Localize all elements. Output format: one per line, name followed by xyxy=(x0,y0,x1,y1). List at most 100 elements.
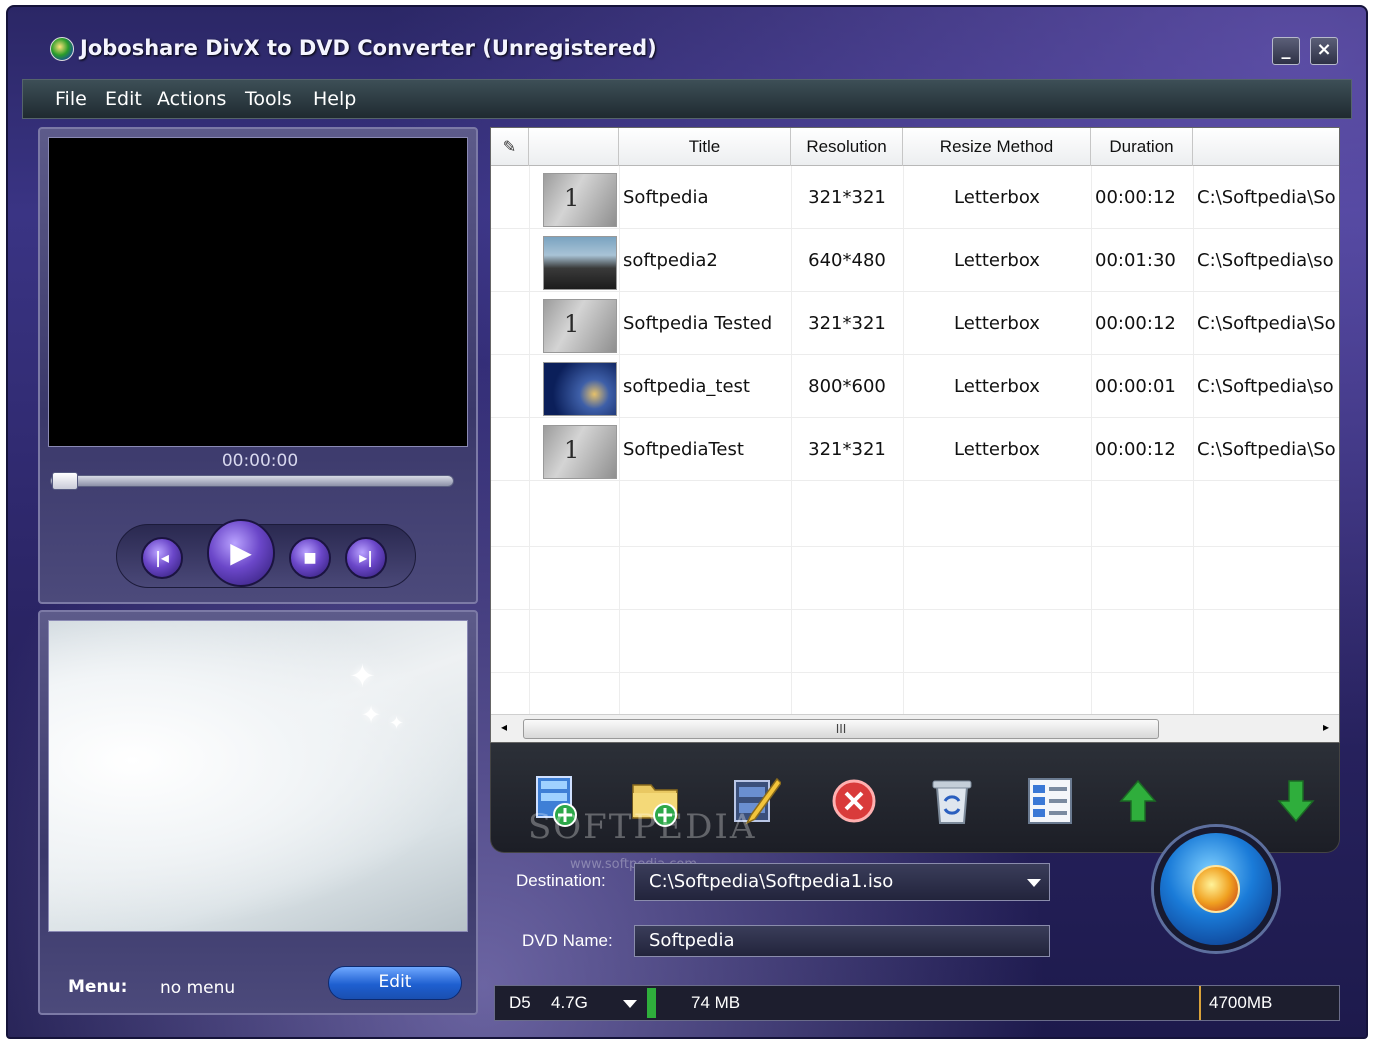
resize-method-column-header[interactable]: Resize Method xyxy=(903,128,1091,166)
watermark: SOFTPEDIA xyxy=(528,807,757,847)
title-cell: softpedia2 xyxy=(623,250,718,271)
resolution-cell: 321*321 xyxy=(808,313,886,334)
menu-actions[interactable]: Actions xyxy=(157,88,226,110)
app-window: Joboshare DivX to DVD Converter (Unregis… xyxy=(6,5,1368,1039)
disc-capacity: 4700MB xyxy=(1209,993,1273,1012)
path-cell: C:\Softpedia\So xyxy=(1197,187,1336,208)
thumbnail-label: 1 xyxy=(564,310,580,338)
table-row[interactable]: 1 Softpedia 321*321 Letterbox 00:00:12 C:\Sof… xyxy=(491,166,1339,229)
duration-cell: 00:00:12 xyxy=(1095,313,1176,334)
resolution-cell: 321*321 xyxy=(808,187,886,208)
burn-disc-icon xyxy=(1192,865,1240,913)
table-row[interactable]: 1 Softpedia Tested 321*321 Letterbox 00:00:1… xyxy=(491,292,1339,355)
disc-type: D5 xyxy=(509,993,531,1012)
resize-cell: Letterbox xyxy=(954,250,1040,271)
playback-time: 00:00:00 xyxy=(221,451,299,471)
capacity-marker xyxy=(1199,986,1201,1020)
dvd-name-field[interactable]: Softpedia xyxy=(634,925,1050,957)
minimize-button[interactable]: _ xyxy=(1272,37,1300,65)
resize-cell: Letterbox xyxy=(954,439,1040,460)
table-row[interactable]: softpedia_test 800*600 Letterbox 00:00:01 C:… xyxy=(491,355,1339,418)
title-cell: Softpedia xyxy=(623,187,709,208)
pencil-icon: ✎ xyxy=(502,139,517,156)
menu-help[interactable]: Help xyxy=(313,88,356,110)
move-down-icon[interactable] xyxy=(1271,775,1321,827)
path-column-header[interactable] xyxy=(1193,128,1341,166)
duration-cell: 00:00:12 xyxy=(1095,187,1176,208)
grid-line xyxy=(491,546,1339,547)
seek-bar[interactable] xyxy=(50,475,454,487)
edit-column-header[interactable]: ✎ xyxy=(491,128,529,166)
play-icon[interactable]: ▶ xyxy=(207,519,275,587)
video-thumbnail xyxy=(543,236,617,290)
menu-preview-image: ✦ ✦ ✦ xyxy=(48,620,468,932)
duration-cell: 00:00:12 xyxy=(1095,439,1176,460)
title-cell: Softpedia Tested xyxy=(623,313,773,334)
thumbnail-column-header[interactable] xyxy=(529,128,619,166)
scroll-right-icon[interactable]: ▸ xyxy=(1323,720,1329,734)
properties-icon[interactable] xyxy=(1025,775,1075,827)
title-cell: softpedia_test xyxy=(623,376,750,397)
remove-icon[interactable] xyxy=(829,775,879,827)
close-button[interactable]: × xyxy=(1310,37,1338,65)
disc-size-select[interactable]: 4.7G xyxy=(551,993,588,1013)
sparkle-icon: ✦ xyxy=(349,657,376,695)
next-icon[interactable]: ▸| xyxy=(345,537,387,579)
playback-controls: |◂ ▶ ■ ▸| xyxy=(116,519,416,588)
chevron-down-icon[interactable] xyxy=(623,1000,637,1008)
menu-tools[interactable]: Tools xyxy=(245,88,292,110)
dvd-menu-panel: ✦ ✦ ✦ Menu: no menu Edit xyxy=(38,610,478,1015)
title-bar[interactable]: Joboshare DivX to DVD Converter (Unregis… xyxy=(8,7,1366,75)
resolution-cell: 640*480 xyxy=(808,250,886,271)
disc-usage-bar: D5 4.7G 74 MB 4700MB xyxy=(494,985,1340,1021)
table-row[interactable]: softpedia2 640*480 Letterbox 00:01:30 C:\Sof… xyxy=(491,229,1339,292)
resize-cell: Letterbox xyxy=(954,313,1040,334)
resolution-cell: 321*321 xyxy=(808,439,886,460)
chevron-down-icon[interactable] xyxy=(1027,879,1041,887)
video-thumbnail: 1 xyxy=(543,425,617,479)
move-up-icon[interactable] xyxy=(1113,775,1163,827)
path-cell: C:\Softpedia\So xyxy=(1197,313,1336,334)
sparkle-icon: ✦ xyxy=(389,713,405,734)
app-logo-icon xyxy=(50,37,74,61)
preview-player: 00:00:00 |◂ ▶ ■ ▸| xyxy=(38,127,478,604)
previous-icon[interactable]: |◂ xyxy=(141,537,183,579)
dvd-name-label: DVD Name: xyxy=(522,931,613,950)
path-cell: C:\Softpedia\So xyxy=(1197,439,1336,460)
destination-label: Destination: xyxy=(516,871,606,890)
video-thumbnail xyxy=(543,362,617,416)
window-title: Joboshare DivX to DVD Converter (Unregis… xyxy=(80,36,657,60)
resolution-cell: 800*600 xyxy=(808,376,886,397)
destination-select[interactable]: C:\Softpedia\Softpedia1.iso xyxy=(634,863,1050,901)
duration-cell: 00:01:30 xyxy=(1095,250,1176,271)
scroll-left-icon[interactable]: ◂ xyxy=(501,720,507,734)
video-screen xyxy=(48,137,468,447)
recycle-bin-icon[interactable] xyxy=(927,775,977,827)
video-thumbnail: 1 xyxy=(543,299,617,353)
edit-menu-button[interactable]: Edit xyxy=(328,966,462,1000)
destination-value: C:\Softpedia\Softpedia1.iso xyxy=(649,871,894,892)
menu-value: no menu xyxy=(160,978,236,998)
horizontal-scrollbar[interactable]: ◂ III ▸ xyxy=(491,714,1339,742)
menu-label: Menu: xyxy=(68,977,128,997)
duration-cell: 00:00:01 xyxy=(1095,376,1176,397)
menu-bar: File Edit Actions Tools Help xyxy=(22,79,1352,119)
sparkle-icon: ✦ xyxy=(361,701,382,729)
menu-edit[interactable]: Edit xyxy=(105,88,142,110)
resolution-column-header[interactable]: Resolution xyxy=(791,128,903,166)
table-row[interactable]: 1 SoftpediaTest 321*321 Letterbox 00:00:12 C:… xyxy=(491,418,1339,481)
start-burn-button[interactable] xyxy=(1154,827,1278,951)
title-column-header[interactable]: Title xyxy=(619,128,791,166)
video-thumbnail: 1 xyxy=(543,173,617,227)
stop-icon[interactable]: ■ xyxy=(289,537,331,579)
menu-file[interactable]: File xyxy=(55,88,87,110)
file-list: ✎ Title Resolution Resize Method Duratio… xyxy=(490,127,1340,743)
thumbnail-label: 1 xyxy=(564,184,580,212)
used-size: 74 MB xyxy=(691,993,741,1012)
path-cell: C:\Softpedia\so xyxy=(1197,376,1334,397)
scrollbar-thumb[interactable]: III xyxy=(523,719,1159,739)
thumbnail-label: 1 xyxy=(564,436,580,464)
grid-line xyxy=(491,609,1339,610)
seek-knob[interactable] xyxy=(52,472,78,490)
duration-column-header[interactable]: Duration xyxy=(1091,128,1193,166)
